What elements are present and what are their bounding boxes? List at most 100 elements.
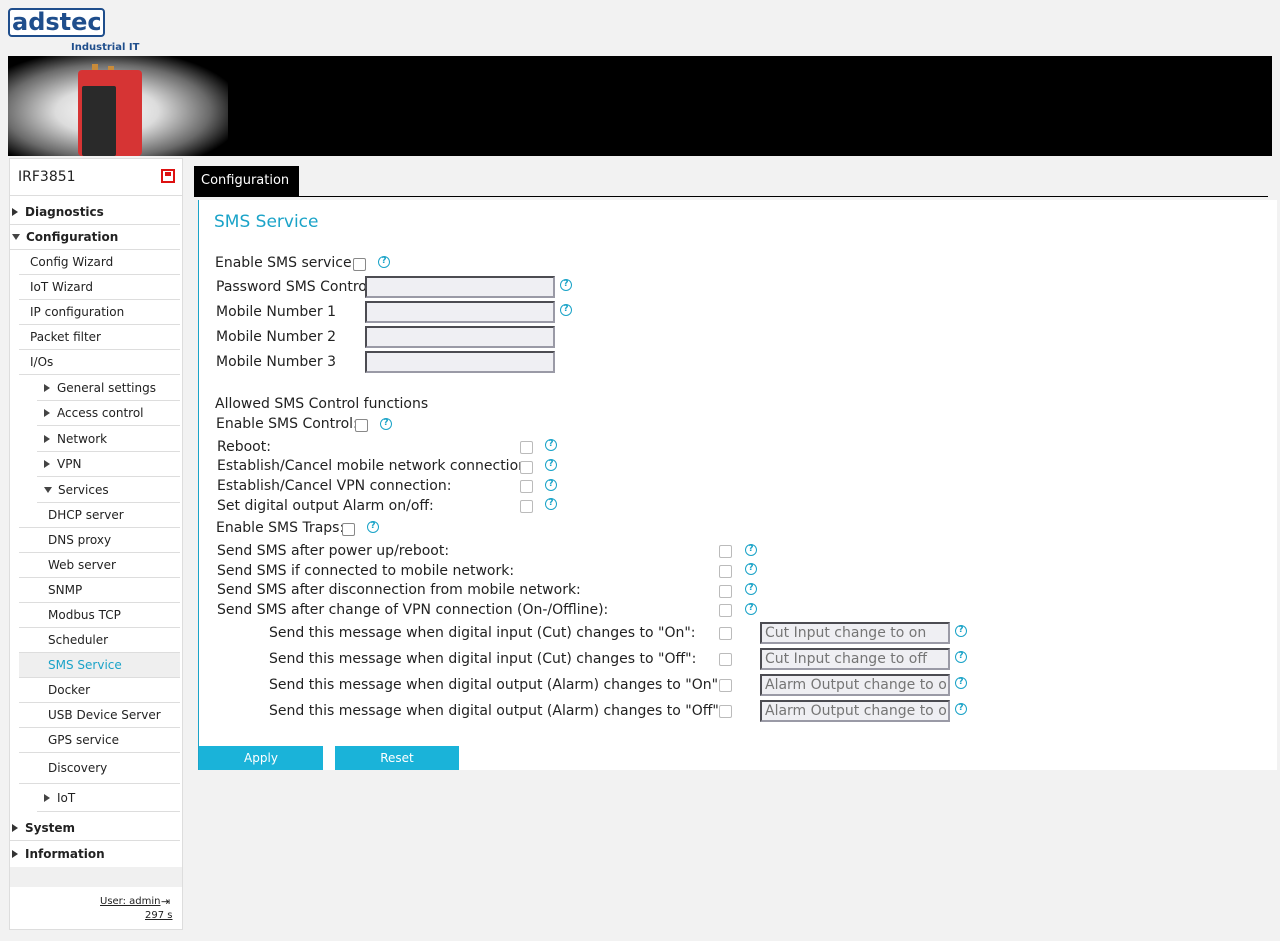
password-label: Password SMS Control [216, 279, 371, 295]
trap-vpn-checkbox[interactable] [719, 604, 732, 617]
user-link[interactable]: User: admin [100, 896, 161, 907]
nav-snmp[interactable]: SNMP [19, 578, 180, 603]
nav-docker[interactable]: Docker [19, 678, 180, 703]
nav-configuration[interactable]: Configuration [10, 225, 180, 250]
reset-button[interactable]: Reset [335, 746, 459, 770]
nav-web-server[interactable]: Web server [19, 553, 180, 578]
trap-power-label: Send SMS after power up/reboot: [217, 543, 450, 559]
nav-label: Scheduler [48, 633, 109, 647]
help-icon[interactable]: ? [955, 677, 967, 689]
sidebar-spacer [10, 867, 182, 887]
help-icon[interactable]: ? [955, 703, 967, 715]
password-input[interactable] [365, 276, 555, 298]
allowed-heading: Allowed SMS Control functions [215, 396, 429, 412]
nav-label: Services [58, 483, 109, 497]
vpn-conn-label: Establish/Cancel VPN connection: [217, 478, 452, 494]
help-icon[interactable]: ? [545, 479, 557, 491]
help-icon[interactable]: ? [560, 279, 572, 291]
nav-iot[interactable]: IoT [37, 784, 180, 812]
nav-general-settings[interactable]: General settings [37, 376, 180, 401]
nav-iot-wizard[interactable]: IoT Wizard [19, 275, 180, 300]
enable-sms-traps-label: Enable SMS Traps: [216, 520, 345, 536]
apply-button[interactable]: Apply [199, 746, 323, 770]
nav-packet-filter[interactable]: Packet filter [19, 325, 180, 350]
nav-ios[interactable]: I/Os [19, 350, 180, 375]
trap-power-checkbox[interactable] [719, 545, 732, 558]
mobile-2-input[interactable] [365, 326, 555, 348]
nav-sms-service[interactable]: SMS Service [19, 653, 180, 678]
nav-access-control[interactable]: Access control [37, 401, 180, 426]
nav-label: Docker [48, 683, 91, 697]
help-icon[interactable]: ? [545, 459, 557, 471]
nav-label: Network [57, 432, 108, 446]
help-icon[interactable]: ? [745, 563, 757, 575]
msg-alarm-off-input[interactable] [760, 700, 950, 722]
msg-alarm-on-checkbox[interactable] [719, 679, 732, 692]
expand-icon [44, 435, 50, 443]
trap-connected-checkbox[interactable] [719, 565, 732, 578]
help-icon[interactable]: ? [745, 603, 757, 615]
msg-cut-on-checkbox[interactable] [719, 627, 732, 640]
nav-information[interactable]: Information [10, 841, 180, 866]
mobile-conn-checkbox[interactable] [520, 461, 533, 474]
help-icon[interactable]: ? [955, 651, 967, 663]
help-icon[interactable]: ? [745, 583, 757, 595]
msg-cut-off-checkbox[interactable] [719, 653, 732, 666]
tab-configuration[interactable]: Configuration [194, 166, 299, 196]
msg-cut-on-input[interactable] [760, 622, 950, 644]
help-icon[interactable]: ? [378, 256, 390, 268]
nav-label: I/Os [30, 355, 54, 369]
alarm-checkbox[interactable] [520, 500, 533, 513]
help-icon[interactable]: ? [745, 544, 757, 556]
trap-connected-label: Send SMS if connected to mobile network: [217, 563, 515, 579]
help-icon[interactable]: ? [560, 304, 572, 316]
nav-usb-device-server[interactable]: USB Device Server [19, 703, 180, 728]
nav-dns-proxy[interactable]: DNS proxy [19, 528, 180, 553]
nav-system[interactable]: System [10, 816, 180, 841]
mobile-3-input[interactable] [365, 351, 555, 373]
nav-gps-service[interactable]: GPS service [19, 728, 180, 753]
msg-cut-off-input[interactable] [760, 648, 950, 670]
save-icon[interactable] [161, 169, 175, 183]
enable-sms-control-checkbox[interactable] [355, 419, 368, 432]
nav-diagnostics[interactable]: Diagnostics [10, 200, 180, 225]
nav-dhcp-server[interactable]: DHCP server [19, 503, 180, 528]
nav-label: IoT Wizard [30, 280, 93, 294]
help-icon[interactable]: ? [367, 521, 379, 533]
msg-alarm-off-checkbox[interactable] [719, 705, 732, 718]
nav-label: Information [25, 846, 105, 861]
page-title: SMS Service [214, 212, 319, 232]
help-icon[interactable]: ? [545, 498, 557, 510]
logout-icon[interactable]: ⇥ [161, 895, 170, 908]
trap-disconnect-checkbox[interactable] [719, 585, 732, 598]
vpn-conn-checkbox[interactable] [520, 480, 533, 493]
nav-vpn[interactable]: VPN [37, 452, 180, 477]
nav-label: USB Device Server [48, 708, 161, 722]
nav-label: DHCP server [48, 508, 124, 522]
nav-ip-configuration[interactable]: IP configuration [19, 300, 180, 325]
nav-network[interactable]: Network [37, 427, 180, 452]
expand-icon [12, 824, 18, 832]
reboot-label: Reboot: [217, 439, 271, 455]
expand-icon [12, 849, 18, 858]
enable-sms-traps-checkbox[interactable] [342, 523, 355, 536]
nav-discovery[interactable]: Discovery [19, 753, 180, 784]
banner [8, 56, 1272, 156]
help-icon[interactable]: ? [955, 625, 967, 637]
msg-alarm-on-label: Send this message when digital output (A… [269, 677, 723, 693]
nav-services[interactable]: Services [37, 478, 180, 503]
nav-label: GPS service [48, 733, 119, 747]
reboot-checkbox[interactable] [520, 441, 533, 454]
nav-scheduler[interactable]: Scheduler [19, 628, 180, 653]
enable-sms-service-checkbox[interactable] [353, 258, 366, 271]
nav-label: DNS proxy [48, 533, 112, 547]
nav-modbus-tcp[interactable]: Modbus TCP [19, 603, 180, 628]
nav-label: Modbus TCP [48, 608, 121, 622]
expand-icon [44, 409, 50, 417]
logo: adstec [12, 8, 102, 36]
mobile-1-input[interactable] [365, 301, 555, 323]
help-icon[interactable]: ? [380, 418, 392, 430]
msg-alarm-on-input[interactable] [760, 674, 950, 696]
help-icon[interactable]: ? [545, 439, 557, 451]
nav-config-wizard[interactable]: Config Wizard [19, 250, 180, 275]
